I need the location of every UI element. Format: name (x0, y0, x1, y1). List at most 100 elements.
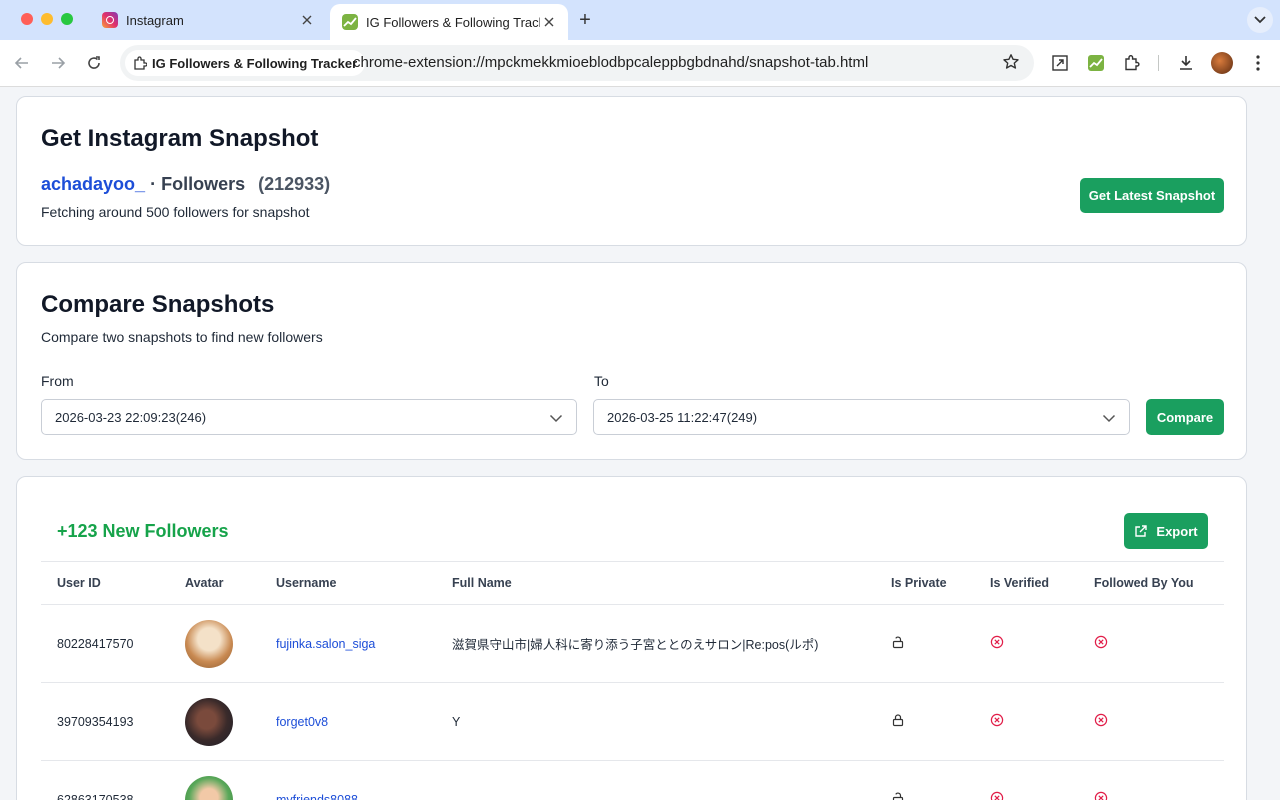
follower-count: (212933) (258, 174, 331, 194)
get-latest-snapshot-button[interactable]: Get Latest Snapshot (1080, 178, 1224, 213)
compare-button[interactable]: Compare (1146, 399, 1224, 435)
profile-avatar[interactable] (1211, 52, 1233, 74)
avatar-cell (185, 604, 276, 683)
full-name-cell: Y (452, 682, 891, 761)
reload-button[interactable] (83, 52, 105, 74)
username-link[interactable]: myfriends8088 (276, 760, 452, 800)
compare-title: Compare Snapshots (41, 291, 275, 318)
col-username[interactable]: Username (276, 561, 452, 605)
maximize-window-button[interactable] (61, 13, 73, 25)
close-window-button[interactable] (21, 13, 33, 25)
table-row: 62863170538 myfriends8088 (41, 760, 1224, 800)
private-cell (891, 682, 990, 761)
expand-icon[interactable] (1049, 52, 1071, 74)
user-id-cell: 62863170538 (41, 760, 185, 800)
col-full-name[interactable]: Full Name (452, 561, 891, 605)
private-cell (891, 760, 990, 800)
from-label: From (41, 373, 74, 389)
tab-title: Instagram (126, 12, 184, 28)
followers-table: User ID Avatar Username Full Name Is Pri… (41, 561, 1224, 800)
new-followers-heading: +123 New Followers (57, 521, 229, 541)
puzzle-icon (134, 56, 147, 70)
close-tab-icon[interactable] (540, 13, 558, 31)
followed-cell (1094, 604, 1224, 683)
username-link[interactable]: fujinka.salon_siga (276, 604, 452, 683)
private-cell (891, 604, 990, 683)
followed-cell (1094, 760, 1224, 800)
browser-toolbar: IG Followers & Following Tracker chrome-… (0, 40, 1280, 87)
username-link[interactable]: forget0v8 (276, 682, 452, 761)
unlocked-icon (892, 792, 904, 800)
tab-tracker[interactable]: IG Followers & Following Tracker (330, 4, 568, 40)
user-id-cell: 39709354193 (41, 682, 185, 761)
x-circle-icon (990, 713, 1004, 727)
section-label: Followers (161, 174, 246, 194)
address-bar[interactable]: IG Followers & Following Tracker chrome-… (120, 45, 1034, 81)
extension-chip-label: IG Followers & Following Tracker (152, 55, 358, 71)
col-user-id[interactable]: User ID (41, 561, 185, 605)
account-name[interactable]: achadayoo_ (41, 174, 145, 194)
tracker-extension-icon[interactable] (1085, 52, 1107, 74)
avatar[interactable] (185, 775, 233, 800)
col-followed-by-you[interactable]: Followed By You (1094, 561, 1224, 605)
extensions-puzzle-icon[interactable] (1121, 52, 1143, 74)
browser-tabstrip: Instagram IG Followers & Following Track… (0, 0, 1280, 40)
x-circle-icon (1094, 635, 1108, 649)
toolbar-divider (1158, 55, 1159, 71)
chart-icon (342, 14, 358, 30)
table-header-row: User ID Avatar Username Full Name Is Pri… (41, 561, 1224, 605)
bookmark-star-icon[interactable] (1002, 53, 1020, 76)
from-select[interactable]: 2026-03-23 22:09:23(246) (41, 399, 577, 435)
export-button[interactable]: Export (1124, 513, 1208, 549)
verified-cell (990, 682, 1094, 761)
full-name-cell: 滋賀県守山市|婦人科に寄り添う子宮ととのえサロン|Re:pos(ルポ) (452, 604, 891, 683)
tab-instagram[interactable]: Instagram (90, 0, 326, 40)
x-circle-icon (990, 635, 1004, 649)
instagram-icon (102, 12, 118, 28)
table-row: 39709354193 forget0v8 Y (41, 682, 1224, 761)
x-circle-icon (1094, 713, 1108, 727)
external-link-icon (1135, 525, 1148, 537)
col-is-verified[interactable]: Is Verified (990, 561, 1094, 605)
x-circle-icon (1094, 791, 1108, 800)
compare-subtitle: Compare two snapshots to find new follow… (41, 329, 323, 345)
minimize-window-button[interactable] (41, 13, 53, 25)
chevron-down-icon (549, 414, 563, 423)
to-label: To (594, 373, 609, 389)
download-icon[interactable] (1175, 52, 1197, 74)
full-name-cell (452, 760, 891, 800)
unlocked-icon (892, 636, 904, 649)
extension-chip[interactable]: IG Followers & Following Tracker (125, 50, 366, 76)
fetch-status: Fetching around 500 followers for snapsh… (41, 204, 310, 220)
snapshot-title: Get Instagram Snapshot (41, 125, 319, 152)
user-id-cell: 80228417570 (41, 604, 185, 683)
from-select-value: 2026-03-23 22:09:23(246) (55, 409, 207, 425)
account-line: achadayoo_ · Followers (212933) (41, 174, 330, 195)
verified-cell (990, 760, 1094, 800)
close-tab-icon[interactable] (298, 11, 316, 29)
menu-kebab-icon[interactable] (1247, 52, 1269, 74)
x-circle-icon (990, 791, 1004, 800)
avatar-cell (185, 760, 276, 800)
chevron-down-icon (1102, 414, 1116, 423)
to-select[interactable]: 2026-03-25 11:22:47(249) (593, 399, 1130, 435)
compare-card: Compare Snapshots Compare two snapshots … (16, 262, 1247, 460)
avatar[interactable] (185, 697, 233, 746)
forward-button[interactable] (47, 52, 69, 74)
col-avatar[interactable]: Avatar (185, 561, 276, 605)
followed-cell (1094, 682, 1224, 761)
tab-search-button[interactable] (1247, 7, 1273, 33)
lock-icon (892, 714, 904, 727)
url-text[interactable]: chrome-extension://mpckmekkmioeblodbpcal… (353, 54, 868, 71)
to-select-value: 2026-03-25 11:22:47(249) (607, 409, 758, 425)
col-is-private[interactable]: Is Private (891, 561, 990, 605)
page-content: Get Instagram Snapshot achadayoo_ · Foll… (0, 87, 1280, 800)
avatar-cell (185, 682, 276, 761)
back-button[interactable] (11, 52, 33, 74)
avatar[interactable] (185, 619, 233, 668)
separator: · (150, 174, 157, 194)
new-tab-button[interactable]: + (574, 9, 596, 31)
tab-title: IG Followers & Following Tracker (366, 14, 540, 30)
verified-cell (990, 604, 1094, 683)
table-row: 80228417570 fujinka.salon_siga 滋賀県守山市|婦人… (41, 604, 1224, 683)
